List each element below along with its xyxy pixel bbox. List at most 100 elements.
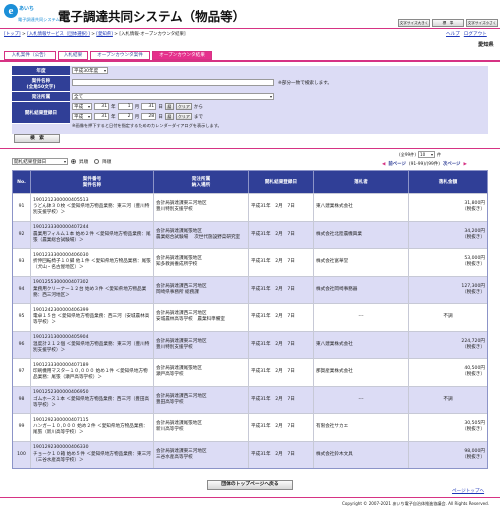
table-cell: 31,800円 （税抜き）: [409, 194, 487, 221]
table-cell: 会計局調達課東三河地区 三谷水産高等学校: [154, 441, 249, 468]
sort-asc-radio[interactable]: [71, 159, 76, 164]
org-name: 愛知県: [478, 42, 494, 48]
col-dept-place: 納入場所: [191, 183, 211, 188]
logout-link[interactable]: ログアウト: [464, 31, 487, 37]
case-name-link[interactable]: ハンガー１０,０００ 始め２件 ＜愛知県地方物品業務：尾張（新川高等学校）＞: [33, 424, 151, 436]
table-cell: 有限会社サカエ: [314, 414, 409, 441]
table-cell: 94: [13, 276, 31, 303]
to-era-select[interactable]: 平成: [72, 113, 92, 120]
sort-field-select[interactable]: 開札結果登録日: [12, 158, 68, 165]
from-calendar-icon[interactable]: 暦: [164, 103, 174, 110]
table-cell: 1901252300000406950 ゴムホース１本 ＜愛知県地方物品業務：西三…: [31, 386, 154, 413]
to-calendar-icon[interactable]: 暦: [164, 113, 174, 120]
winner-name: 東八建業株式会社: [316, 341, 353, 347]
breadcrumb-org[interactable]: [愛知県]: [96, 32, 113, 37]
from-year-input[interactable]: 31: [94, 103, 109, 110]
table-row: 93 1901233300000406030 折伸回転椅子１０脚 他１件 ＜愛知県地…: [13, 248, 487, 276]
prev-arrow-icon[interactable]: ◀: [382, 162, 385, 167]
case-name-link[interactable]: 電卓１５台 ＜愛知県地方物品業務：西三河（安城農林高等学校）＞: [33, 314, 151, 326]
winner-name: 東八建業株式会社: [316, 204, 353, 210]
tab-bid-result[interactable]: 入札結果: [58, 51, 88, 60]
table-row: 97 1901233300000407189 印刷機用マスター１０,０００ 始め１件…: [13, 358, 487, 386]
table-cell: ---: [314, 386, 409, 413]
table-cell: 91: [13, 194, 31, 221]
dept-select[interactable]: 全て: [72, 93, 274, 100]
table-cell: 平成31年 2月 7日: [249, 276, 314, 303]
winner-name: 那賀産業株式会社: [316, 369, 353, 375]
from-era-select[interactable]: 平成: [72, 103, 92, 110]
table-row: 94 1901255300000407302 業務用クリーナー１２台 始め３件 ＜愛…: [13, 275, 487, 303]
from-clear-button[interactable]: クリア: [175, 103, 192, 110]
tax-note: （税抜き）: [462, 372, 485, 378]
table-cell: 平成31年 2月 7日: [249, 221, 314, 248]
winner-name: 株式会社北陸農機興業: [316, 231, 362, 237]
font-smaller-button[interactable]: 文字サイズ小さく: [466, 19, 498, 27]
per-page-select[interactable]: 10: [417, 151, 435, 158]
from-year-unit: 年: [111, 104, 116, 110]
case-name-link[interactable]: 温度計２１２個 ＜愛知県地方物品業務：東三河（豊川特別支援学校）＞: [33, 342, 151, 354]
sort-desc-radio[interactable]: [94, 159, 100, 164]
logo-text-aichi: あいち: [19, 6, 35, 12]
case-name-link[interactable]: ゴムホース１本 ＜愛知県地方物品業務：西三河（豊田高等学校）＞: [33, 397, 151, 409]
table-body: 91 1901212300000405513 うどん鉢３０枚 ＜愛知県地方物品業務：…: [13, 193, 487, 468]
nendo-select[interactable]: 平成30年度: [72, 67, 108, 74]
case-name-link[interactable]: 折伸回転椅子１０脚 他１件 ＜愛知県地方物品業務：尾張（犬山・名古屋地区）＞: [33, 259, 151, 271]
to-year-input[interactable]: 31: [94, 113, 109, 120]
table-cell: 1901231300000405904 温度計２１２個 ＜愛知県地方物品業務：東三…: [31, 331, 154, 358]
logo[interactable]: e あいち 電子調達共同システム: [4, 4, 60, 26]
from-month-input[interactable]: 1: [117, 103, 133, 110]
page-top-link[interactable]: ページトップへ: [452, 488, 484, 494]
font-standard-button[interactable]: 標 準: [432, 19, 464, 27]
font-larger-button[interactable]: 文字サイズ大きく: [398, 19, 430, 27]
tax-note: （税抜き）: [462, 344, 485, 350]
breadcrumb-service[interactable]: [入札情報サービス（団体選択）]: [27, 32, 90, 37]
tab-bid-notice[interactable]: 入札案件（公告）: [4, 51, 56, 60]
table-row: 92 1901233300000407244 農業用フィルム１本 始め２件 ＜愛知県…: [13, 220, 487, 248]
tab-open-counter[interactable]: オープンカウンタ案件: [90, 51, 150, 60]
table-cell: 平成31年 2月 7日: [249, 441, 314, 468]
to-day-input[interactable]: 28: [141, 113, 157, 120]
table-row: 100 1901292300000406330 チョーク１０箱 始め５件 ＜愛知県地…: [13, 440, 487, 468]
prev-page-link[interactable]: 前ページ: [388, 161, 405, 167]
col-winner: 落札者: [314, 171, 409, 193]
table-cell: 99: [13, 414, 31, 441]
tab-open-counter-result[interactable]: オープンカウンタ結果: [152, 51, 212, 60]
help-link[interactable]: ヘルプ: [446, 31, 460, 37]
award-amount: 不調: [443, 396, 453, 402]
case-name-link[interactable]: チョーク１０箱 始め５件 ＜愛知県地方物品業務：東三河（三谷水産高等学校）＞: [33, 452, 151, 464]
tax-note: （税抜き）: [462, 289, 485, 295]
table-cell: 平成31年 2月 7日: [249, 331, 314, 358]
date-from: 平成 31年 1月 31日 暦 クリア から: [72, 103, 203, 110]
delivery-place: 農業総合試験場 次世代施設野菜研究室: [156, 234, 241, 240]
case-name-input[interactable]: [72, 79, 274, 86]
case-name-link[interactable]: うどん鉢３０枚 ＜愛知県地方物品業務：東三河（豊川特別支援学校）＞: [33, 204, 151, 216]
table-cell: 1901292300000407115 ハンガー１０,０００ 始め２件 ＜愛知県地…: [31, 414, 154, 441]
breadcrumb: [トップ] > [入札情報サービス（団体選択）] > [愛知県] > [入札情報…: [4, 31, 186, 37]
row-no: 98: [18, 396, 25, 402]
back-to-top-page-button[interactable]: 団体のトップページへ戻る: [207, 480, 293, 490]
case-name-link[interactable]: 農業用フィルム１本 始め２件 ＜愛知県地方物品業務：尾張（農業総合試験場）＞: [33, 232, 151, 244]
winner-name: 株式会社鈴木文具: [316, 451, 353, 457]
case-name-link[interactable]: 印刷機用マスター１０,０００ 始め１件 ＜愛知県地方物品業務：尾張（瀬戸高等学校…: [33, 369, 151, 381]
footer-divider: [0, 497, 500, 498]
winner-name: ---: [358, 396, 364, 402]
per-page-value: 10: [419, 152, 426, 157]
table-cell: 那賀産業株式会社: [314, 359, 409, 386]
breadcrumb-top[interactable]: [トップ]: [4, 32, 21, 37]
to-clear-button[interactable]: クリア: [175, 113, 192, 120]
table-cell: 平成31年 2月 7日: [249, 194, 314, 221]
from-day-input[interactable]: 31: [141, 103, 157, 110]
to-month-input[interactable]: 2: [117, 113, 133, 120]
table-cell: 1901233300000406030 折伸回転椅子１０脚 他１件 ＜愛知県地方物…: [31, 249, 154, 276]
table-cell: 東八建業株式会社: [314, 194, 409, 221]
page-range: (91-99)/(99件): [408, 162, 440, 167]
table-cell: 95: [13, 304, 31, 331]
winner-name: ---: [358, 314, 364, 320]
table-cell: 会計局調達課尾張地区 新川高等学校: [154, 414, 249, 441]
paging-top: (全99件) 10 件: [399, 151, 441, 158]
to-month-unit: 月: [134, 114, 140, 120]
case-name-link[interactable]: 業務用クリーナー１２台 始め３件 ＜愛知県地方物品業務：西三河地区＞: [33, 287, 151, 299]
search-button[interactable]: 検 索: [14, 134, 60, 143]
table-cell: 不調: [409, 304, 487, 331]
font-size-controls: 文字サイズ大きく 標 準 文字サイズ小さく: [398, 19, 498, 27]
